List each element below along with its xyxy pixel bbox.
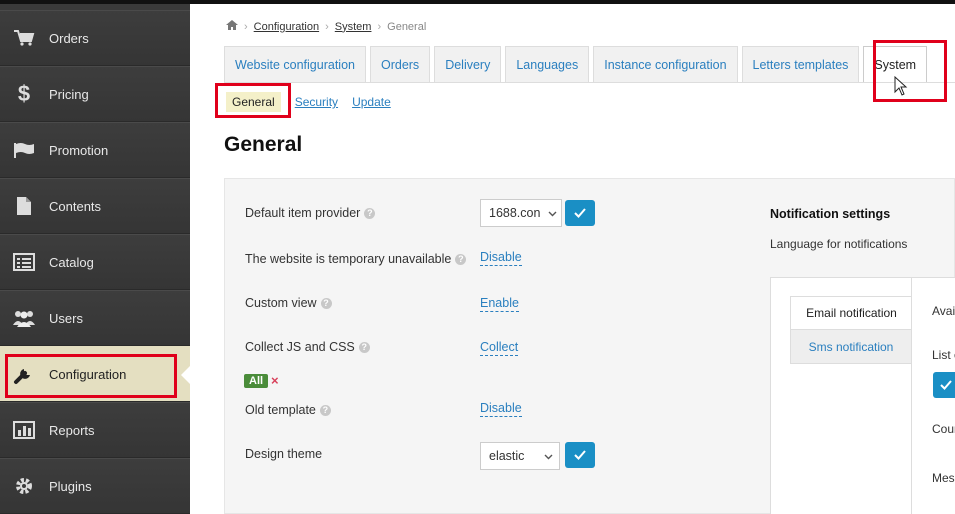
- sidebar-item-plugins[interactable]: Plugins: [0, 458, 190, 514]
- users-icon: [11, 307, 37, 329]
- breadcrumb-separator: ›: [377, 20, 382, 33]
- tab-languages[interactable]: Languages: [505, 46, 590, 82]
- collect-link[interactable]: Collect: [480, 340, 519, 356]
- highlight-general-subtab: [215, 83, 291, 118]
- help-icon[interactable]: ?: [358, 341, 370, 353]
- subtab-update[interactable]: Update: [352, 95, 391, 109]
- sidebar-item-label: Users: [49, 310, 83, 326]
- settings-panel: Default item provider ? 1688.con The web…: [224, 178, 955, 514]
- sidebar-item-users[interactable]: Users: [0, 290, 190, 346]
- sidebar-item-pricing[interactable]: $ Pricing: [0, 66, 190, 122]
- help-icon[interactable]: ?: [455, 253, 467, 265]
- tab-instance-configuration[interactable]: Instance configuration: [593, 46, 738, 82]
- sidebar-top-border: [0, 0, 190, 4]
- main-content: › Configuration › System › General Websi…: [190, 0, 955, 514]
- mouse-cursor-icon: [894, 75, 908, 99]
- main-top-border: [190, 0, 955, 4]
- theme-select[interactable]: elastic: [480, 442, 560, 470]
- label-website-unavailable: The website is temporary unavailable ?: [245, 252, 467, 266]
- sidebar-item-label: Plugins: [49, 478, 92, 494]
- provider-select[interactable]: 1688.con: [480, 199, 562, 227]
- notification-tabs-box: Email notification Sms notification Avai…: [770, 277, 955, 514]
- tab-delivery[interactable]: Delivery: [434, 46, 502, 82]
- sidebar-item-label: Reports: [49, 422, 95, 438]
- all-badge: All: [244, 374, 269, 388]
- check-icon: [940, 378, 952, 393]
- label-old-template: Old template ?: [245, 403, 331, 417]
- help-icon[interactable]: ?: [320, 297, 332, 309]
- sidebar-item-promotion[interactable]: Promotion: [0, 122, 190, 178]
- dollar-icon: $: [17, 81, 31, 106]
- tab-website-configuration[interactable]: Website configuration: [224, 46, 366, 82]
- cart-icon: [11, 27, 37, 49]
- label-collect-js-css: Collect JS and CSS ?: [245, 340, 370, 354]
- chevron-down-icon: [548, 206, 557, 220]
- notification-message-label: Mess: [932, 471, 955, 485]
- label-text: Design theme: [245, 447, 323, 461]
- breadcrumb: › Configuration › System › General: [226, 20, 426, 33]
- chevron-down-icon: [544, 449, 553, 463]
- theme-save-button[interactable]: [565, 442, 595, 468]
- theme-select-value: elastic: [489, 449, 525, 463]
- highlight-system-tab: [873, 40, 947, 102]
- sidebar-item-label: Contents: [49, 198, 102, 214]
- list-icon: [11, 251, 37, 273]
- sidebar-item-reports[interactable]: Reports: [0, 402, 190, 458]
- tab-email-notification[interactable]: Email notification: [790, 296, 912, 330]
- tabs-divider: [224, 82, 955, 83]
- help-icon[interactable]: ?: [364, 207, 376, 219]
- breadcrumb-current: General: [387, 20, 427, 33]
- tab-sms-notification[interactable]: Sms notification: [790, 330, 912, 364]
- label-default-item-provider: Default item provider ?: [245, 206, 376, 220]
- old-template-toggle-link[interactable]: Disable: [480, 401, 522, 417]
- tab-letters-templates[interactable]: Letters templates: [741, 46, 860, 82]
- provider-select-value: 1688.con: [489, 206, 541, 220]
- label-text: Collect JS and CSS: [245, 340, 355, 354]
- sidebar-item-contents[interactable]: Contents: [0, 178, 190, 234]
- breadcrumb-separator: ›: [244, 20, 248, 33]
- label-text: Old template: [245, 403, 316, 417]
- notification-save-button[interactable]: [933, 372, 955, 398]
- gear-icon: [11, 475, 37, 497]
- remove-icon[interactable]: ×: [271, 373, 279, 388]
- label-design-theme: Design theme: [245, 447, 322, 461]
- check-icon: [574, 448, 586, 463]
- page-title: General: [224, 133, 303, 156]
- sidebar-item-catalog[interactable]: Catalog: [0, 234, 190, 290]
- sidebar-item-label: Orders: [49, 30, 89, 46]
- notification-available-label: Avail: [932, 304, 955, 318]
- sidebar-item-label: Promotion: [49, 142, 109, 158]
- label-custom-view: Custom view ?: [245, 296, 332, 310]
- home-icon[interactable]: [226, 20, 238, 33]
- notification-list-label: List o: [932, 348, 955, 362]
- notification-country-label: Cour: [932, 422, 955, 436]
- custom-view-toggle-link[interactable]: Enable: [480, 296, 519, 312]
- breadcrumb-configuration[interactable]: Configuration: [254, 21, 319, 33]
- label-text: Custom view: [245, 296, 317, 310]
- bar-chart-icon: [11, 419, 37, 441]
- tab-bar: Website configuration Orders Delivery La…: [224, 46, 931, 82]
- flag-icon: [11, 139, 37, 161]
- label-text: The website is temporary unavailable: [245, 252, 452, 266]
- sidebar-item-label: Pricing: [49, 86, 89, 102]
- sidebar-item-orders[interactable]: Orders: [0, 10, 190, 66]
- tab-orders[interactable]: Orders: [369, 46, 431, 82]
- sidebar-item-label: Catalog: [49, 254, 94, 270]
- breadcrumb-system[interactable]: System: [335, 21, 372, 33]
- notification-settings-title: Notification settings: [770, 207, 891, 221]
- check-icon: [574, 206, 586, 221]
- sidebar: Orders $ Pricing Promotion Contents Cata…: [0, 0, 191, 514]
- document-icon: [11, 195, 37, 217]
- help-icon[interactable]: ?: [319, 404, 331, 416]
- highlight-configuration: [5, 354, 177, 398]
- notification-language-label: Language for notifications: [770, 237, 908, 251]
- website-unavailable-toggle-link[interactable]: Disable: [480, 250, 522, 266]
- label-text: Default item provider: [245, 206, 361, 220]
- provider-save-button[interactable]: [565, 200, 595, 226]
- breadcrumb-separator: ›: [325, 20, 329, 33]
- subtab-security[interactable]: Security: [295, 95, 338, 109]
